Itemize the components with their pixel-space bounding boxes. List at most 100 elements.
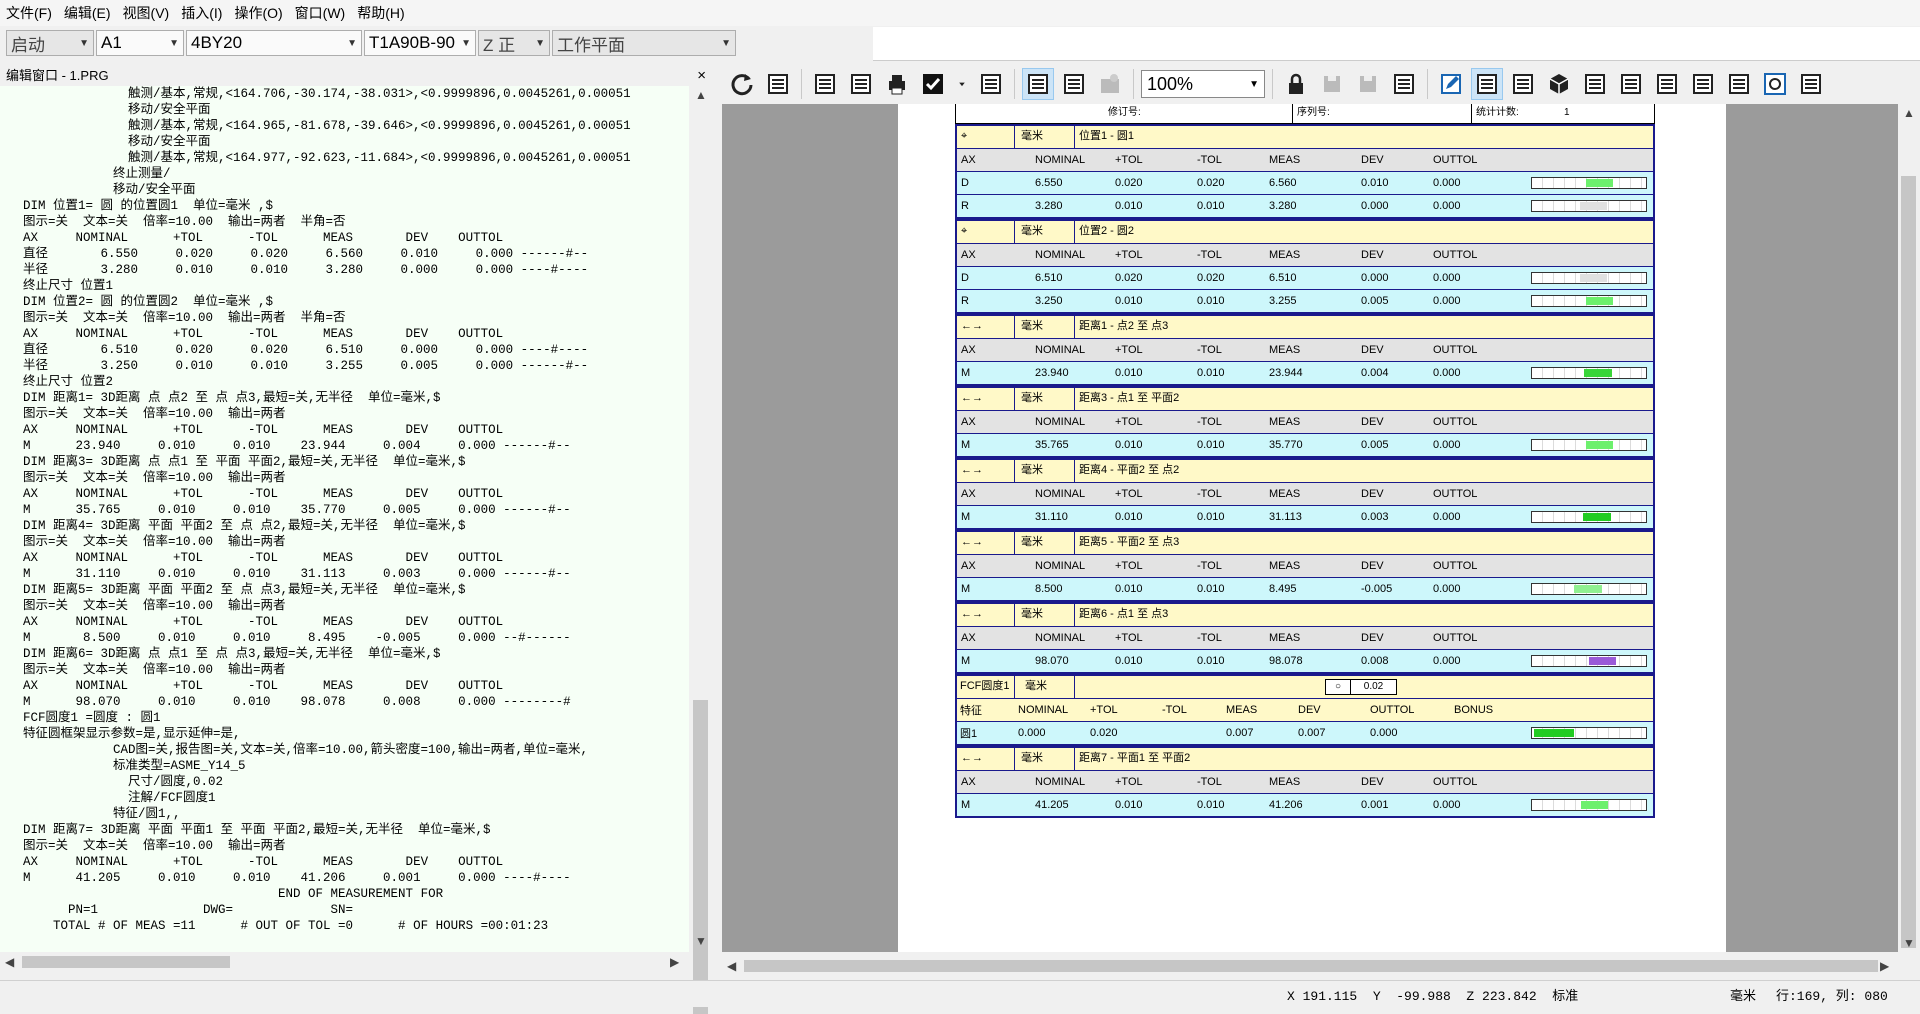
table-icon[interactable] (1579, 68, 1611, 100)
lines-icon[interactable] (1687, 68, 1719, 100)
cell-mt: 0.010 (1197, 799, 1225, 811)
fcf-block[interactable]: FCF圆度1 毫米 ○ 0.02 特征 NOMINAL +TOL -TOL MEAS DEV OUT… (955, 674, 1655, 746)
cube-icon[interactable] (1543, 68, 1575, 100)
angle-value: T1A90B-90 (369, 33, 455, 52)
add-item-icon[interactable] (975, 68, 1007, 100)
dimension-block[interactable]: ←→ 毫米 距离5 - 平面2 至 点3 AX NOMINAL +TOL -TOL MEAS D… (955, 530, 1655, 602)
dropdown-arrow-icon[interactable] (953, 68, 971, 100)
disabled-icon[interactable] (1094, 68, 1126, 100)
cell-ax: R (961, 200, 969, 212)
window-icon[interactable] (1615, 68, 1647, 100)
calc-icon[interactable] (1723, 68, 1755, 100)
column-header: DEV (1361, 249, 1384, 261)
scroll-down-icon[interactable]: ▼ (695, 934, 707, 948)
save-as-icon[interactable] (1352, 68, 1384, 100)
menu-item[interactable]: 操作(O) (228, 0, 288, 26)
check-icon[interactable] (917, 68, 949, 100)
dimension-type-icon: ⌖ (957, 126, 1015, 148)
dimension-title: 距离5 - 平面2 至 点3 (1079, 536, 1180, 548)
menu-item[interactable]: 编辑(E) (58, 0, 117, 26)
template-icon[interactable] (1022, 68, 1054, 100)
cell-ax: M (961, 439, 971, 451)
scroll-up-icon[interactable]: ▲ (1903, 106, 1915, 120)
scroll-up-icon[interactable]: ▲ (695, 88, 707, 102)
dimension-unit: 毫米 (1015, 221, 1075, 243)
dimension-title: 位置2 - 圆2 (1079, 225, 1135, 237)
column-header: AX (961, 776, 976, 788)
form-icon[interactable] (1507, 68, 1539, 100)
tip-select[interactable]: 4BY20 ▼ (186, 30, 362, 56)
dimension-block[interactable]: ⌖ 毫米 位置1 - 圆1 AX NOMINAL +TOL -TOL MEAS DEV OUTTO… (955, 124, 1655, 219)
report-screen-icon[interactable] (809, 68, 841, 100)
menu-item[interactable]: 文件(F) (0, 0, 58, 26)
dimension-block[interactable]: ←→ 毫米 距离1 - 点2 至 点3 AX NOMINAL +TOL -TOL MEAS DE… (955, 314, 1655, 386)
layout-icon[interactable] (762, 68, 794, 100)
scroll-thumb[interactable] (22, 956, 230, 968)
column-header: AX (961, 488, 976, 500)
angle-select[interactable]: T1A90B-90 ▼ (364, 30, 476, 56)
cell-dv: 0.001 (1361, 799, 1389, 811)
scroll-thumb[interactable] (1901, 176, 1916, 948)
code-line: AX NOMINAL +TOL -TOL MEAS DEV OUTTOL (23, 423, 504, 437)
code-line: M 23.940 0.010 0.010 23.944 0.004 0.000 … (23, 439, 571, 453)
report-vertical-scrollbar[interactable]: ▲ ▼ (1898, 104, 1919, 952)
edit-icon[interactable] (1435, 68, 1467, 100)
dimension-unit: 毫米 (1015, 604, 1075, 626)
dimension-header: ←→ 毫米 距离7 - 平面1 至 平面2 (957, 746, 1653, 770)
dimension-block[interactable]: ⌖ 毫米 位置2 - 圆2 AX NOMINAL +TOL -TOL MEAS DEV OUTTO… (955, 219, 1655, 314)
editor-horizontal-scrollbar[interactable]: ◀ ▶ (0, 952, 689, 972)
list-icon[interactable] (1651, 68, 1683, 100)
cell-ms: 3.280 (1269, 200, 1297, 212)
toolbar-separator (801, 69, 802, 99)
dimension-block[interactable]: ←→ 毫米 距离3 - 点1 至 平面2 AX NOMINAL +TOL -TOL MEAS D… (955, 386, 1655, 458)
print-icon[interactable] (881, 68, 913, 100)
lock-icon[interactable] (1280, 68, 1312, 100)
cell-ax: D (961, 272, 969, 284)
column-header: -TOL (1197, 416, 1222, 428)
menu-item[interactable]: 视图(V) (117, 0, 176, 26)
edit-window[interactable]: 触测/基本,常规,<164.706,-30.174,-38.031>,<0.99… (0, 86, 689, 952)
dimension-unit: 毫米 (1015, 748, 1075, 770)
save-icon[interactable] (1316, 68, 1348, 100)
report-horizontal-scrollbar[interactable]: ◀ ▶ (722, 956, 1898, 976)
dimension-block[interactable]: ←→ 毫米 距离6 - 点1 至 点3 AX NOMINAL +TOL -TOL MEAS DE… (955, 602, 1655, 674)
column-header: OUTTOL (1433, 632, 1478, 644)
target-icon[interactable] (1759, 68, 1791, 100)
column-header: OUTTOL (1433, 560, 1478, 572)
add-report-icon[interactable] (1058, 68, 1090, 100)
dimension-block[interactable]: ←→ 毫米 距离4 - 平面2 至 点2 AX NOMINAL +TOL -TOL MEAS D… (955, 458, 1655, 530)
checklist-icon[interactable] (1795, 68, 1827, 100)
scroll-down-icon[interactable]: ▼ (1903, 936, 1915, 950)
mode-select[interactable]: 启动 ▼ (6, 30, 94, 56)
menu-item[interactable]: 帮助(H) (351, 0, 410, 26)
column-header: DEV (1361, 488, 1384, 500)
close-icon[interactable]: × (697, 66, 706, 85)
menu-item[interactable]: 插入(I) (175, 0, 228, 26)
scroll-right-icon[interactable]: ▶ (670, 955, 679, 969)
scroll-right-icon[interactable]: ▶ (1880, 959, 1889, 973)
menu-item[interactable]: 窗口(W) (289, 0, 352, 26)
scroll-left-icon[interactable]: ◀ (5, 955, 14, 969)
plane-select[interactable]: 工作平面 ▼ (552, 30, 736, 56)
code-line: 图示=关 文本=关 倍率=10.00 输出=两者 (23, 599, 286, 613)
probe-select[interactable]: A1 ▼ (96, 30, 184, 56)
refresh-icon[interactable] (726, 68, 758, 100)
editor-vertical-scrollbar[interactable]: ▲ ▼ (690, 86, 711, 1014)
scroll-thumb[interactable] (693, 700, 708, 1014)
column-header: -TOL (1197, 488, 1222, 500)
cell-mt: 0.010 (1197, 367, 1225, 379)
zoom-select[interactable]: 100% ▼ (1141, 70, 1265, 98)
cell-ot: 0.000 (1433, 295, 1461, 307)
cell-pt: 0.010 (1115, 655, 1143, 667)
program-code[interactable]: 触测/基本,常规,<164.706,-30.174,-38.031>,<0.99… (23, 86, 631, 934)
report-image-icon[interactable] (845, 68, 877, 100)
dimension-block[interactable]: ←→ 毫米 距离7 - 平面1 至 平面2 AX NOMINAL +TOL -TOL MEAS… (955, 746, 1655, 818)
column-header: MEAS (1269, 344, 1301, 356)
text-report-icon[interactable] (1471, 68, 1503, 100)
axis-select[interactable]: Z 正 ▼ (478, 30, 550, 56)
scroll-thumb[interactable] (744, 960, 1878, 972)
bar-fill (1585, 179, 1613, 187)
copy-icon[interactable] (1388, 68, 1420, 100)
scroll-left-icon[interactable]: ◀ (727, 959, 736, 973)
cell-dv: 0.000 (1361, 200, 1389, 212)
